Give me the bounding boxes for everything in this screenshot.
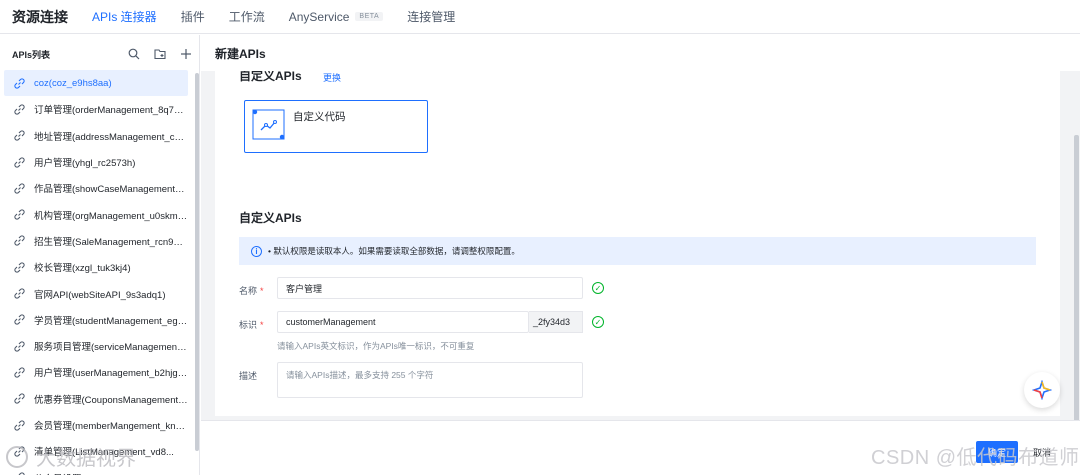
tab-plugins[interactable]: 插件 [181,0,205,34]
sidebar-item-label: 服务项目管理(serviceManagement_... [34,342,188,354]
sidebar-item-label: 用户管理(yhgl_rc2573h) [34,158,136,170]
sidebar-title: APIs列表 [12,49,51,60]
top-nav: 资源连接 APIs 连接器 插件 工作流 AnyService BETA 连接管… [0,0,1080,34]
change-link[interactable]: 更换 [323,71,341,84]
link-icon [14,367,30,378]
sidebar-item-label: 学员管理(studentManagement_eg7ju... [34,315,188,327]
api-type-title: 自定义APIs [239,71,302,83]
sidebar-item-label: 公众号设置(OfficialAccount) [34,471,151,475]
link-icon [14,156,30,168]
sidebar-item-label: 地址管理(addressManagement_cpyz... [34,131,188,143]
code-flow-icon [252,109,285,140]
custom-code-label: 自定义代码 [293,111,346,123]
permission-alert-text: • 默认权限是读取本人。如果需要读取全部数据，请调整权限配置。 [268,246,520,256]
sidebar-scrollbar[interactable] [195,73,199,451]
sidebar-item[interactable]: 地址管理(addressManagement_cpyz... [4,123,188,149]
info-icon: i [251,245,262,257]
required-mark: * [260,286,264,296]
link-icon [14,104,30,115]
plus-icon[interactable] [173,41,199,67]
name-label: 名称 * [239,284,264,297]
description-textarea[interactable]: 请输入APIs描述，最多支持 255 个字符 [277,362,583,398]
name-field[interactable]: 客户管理 [277,277,583,299]
link-icon [14,288,30,299]
id-valid-check-icon: ✓ [592,316,604,328]
sidebar-item[interactable]: 学员管理(studentManagement_eg7ju... [4,307,188,333]
id-field[interactable]: customerManagement [277,311,529,333]
name-label-text: 名称 [239,286,258,296]
desc-label: 描述 [239,371,258,381]
assistant-star-icon [1032,380,1052,400]
link-icon [14,314,30,325]
sidebar-item-label: 用户管理(userManagement_b2hjgd4) [34,368,188,380]
watermark-right: CSDN @低代码布道师 [871,447,1080,469]
sidebar-item[interactable]: coz(coz_e9hs8aa) [4,70,188,97]
sidebar-item[interactable]: 服务项目管理(serviceManagement_... [4,333,188,359]
sidebar-item[interactable]: 用户管理(yhgl_rc2573h) [4,149,188,175]
permission-alert: i • 默认权限是读取本人。如果需要读取全部数据，请调整权限配置。 [239,237,1036,265]
beta-badge: BETA [355,12,384,21]
link-icon [14,183,30,194]
link-icon [14,78,30,89]
link-icon [14,419,30,431]
tab-connection-management[interactable]: 连接管理 [407,0,455,34]
sidebar-item[interactable]: 官网API(webSiteAPI_9s3adq1) [4,280,188,306]
id-suffix: _2fy34d3 [529,311,583,333]
sidebar-item[interactable]: 作品管理(showCaseManagement_yjj... [4,175,188,201]
main-panel: 新建APIs 自定义APIs 更换 自定义代码 自定义APIs i • 默认权限… [201,35,1080,475]
sidebar-item[interactable]: 优惠券管理(CouponsManagement_0... [4,386,188,412]
id-label: 标识 * [239,318,264,331]
watermark-left-text: 大数据视界 [36,448,136,470]
tab-apis-connector[interactable]: APIs 连接器 [92,0,157,34]
apis-sidebar: APIs列表 coz(coz_e9hs8aa) 订单管理(orderManagem… [0,35,200,475]
sidebar-item-label: 招生管理(SaleManagement_rcn9py4) [34,236,188,248]
form-title: 自定义APIs [239,211,302,225]
sidebar-item-label: coz(coz_e9hs8aa) [34,77,112,89]
sidebar-item[interactable]: 订单管理(orderManagement_8q72kth) [4,96,188,122]
sidebar-item[interactable]: 机构管理(orgManagement_u0skmr2) [4,201,188,227]
watermark-left: 大数据视界 [6,442,136,471]
sidebar-item[interactable]: 招生管理(SaleManagement_rcn9py4) [4,228,188,254]
custom-code-option[interactable]: 自定义代码 [244,100,428,153]
search-icon[interactable] [121,41,147,67]
required-mark: * [260,320,264,330]
link-icon [14,130,30,141]
sidebar-item-label: 订单管理(orderManagement_8q72kth) [34,105,188,117]
tab-anyservice-label: AnyService [288,9,350,24]
sidebar-item[interactable]: 校长管理(xzgl_tuk3kj4) [4,254,188,280]
assistant-float-button[interactable] [1024,372,1060,408]
tab-workflow[interactable]: 工作流 [229,0,265,34]
sidebar-item[interactable]: 用户管理(userManagement_b2hjgd4) [4,359,188,385]
id-hint: 请输入APIs英文标识，作为APIs唯一标识，不可重复 [277,341,475,351]
sidebar-item-label: 优惠券管理(CouponsManagement_0... [34,394,188,406]
new-folder-icon[interactable] [147,41,173,67]
sidebar-item-label: 作品管理(showCaseManagement_yjj... [34,184,188,196]
link-icon [14,393,30,404]
sidebar-item-label: 会员管理(memberMangement_kne7... [34,421,188,432]
sidebar-item-label: 官网API(webSiteAPI_9s3adq1) [34,289,166,301]
link-icon [14,341,30,352]
sidebar-item[interactable]: 会员管理(memberMangement_kne7... [4,412,188,438]
app-title: 资源连接 [12,8,68,25]
sidebar-item-label: 机构管理(orgManagement_u0skmr2) [34,210,188,222]
link-icon [14,262,30,273]
tab-anyservice[interactable]: AnyService BETA [288,0,384,34]
watermark-logo-icon [6,445,28,468]
link-icon [14,235,30,247]
api-list: coz(coz_e9hs8aa) 订单管理(orderManagement_8q7… [4,70,188,475]
link-icon [14,209,30,220]
api-form-card: 自定义APIs i • 默认权限是读取本人。如果需要读取全部数据，请调整权限配置… [215,190,1060,416]
sidebar-item-label: 校长管理(xzgl_tuk3kj4) [34,263,131,275]
name-valid-check-icon: ✓ [592,282,604,294]
main-scrollbar[interactable] [1074,135,1079,455]
sidebar-header: APIs列表 [0,35,199,73]
id-label-text: 标识 [239,320,258,330]
page-title: 新建APIs [201,35,1080,71]
